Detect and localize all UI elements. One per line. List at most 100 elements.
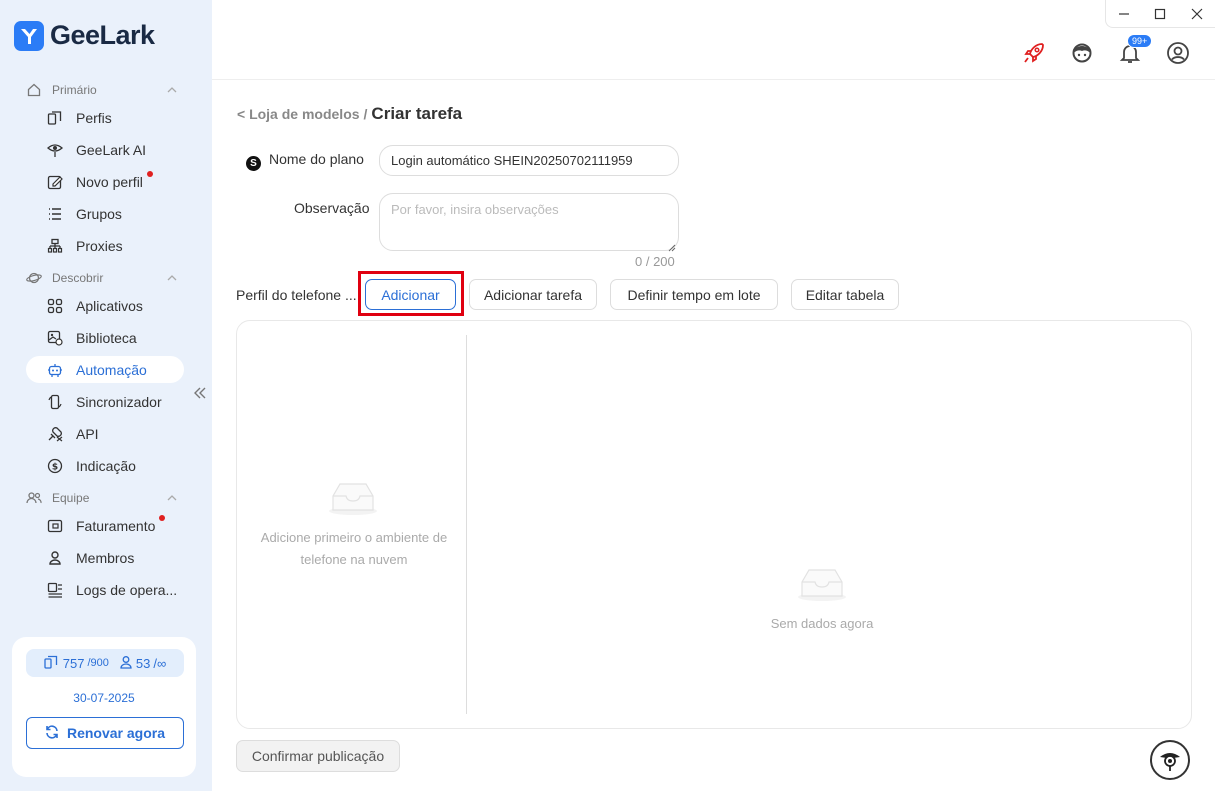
subscription-card: 757/900 53/∞ 30-07-2025 Renovar agora [12,637,196,777]
sync-icon [46,393,64,411]
robot-icon [46,361,64,379]
top-bar: 99+ [212,0,1215,80]
confirm-publish-button[interactable]: Confirmar publicação [236,740,400,772]
ai-assistant-icon[interactable] [1150,740,1190,780]
phones-icon [44,655,60,672]
library-icon [46,329,64,347]
sidebar-item-label: Sincronizador [76,393,162,410]
sidebar-item-label: Novo perfil [76,173,143,190]
phone-profile-label: Perfil do telefone ... [236,287,357,303]
refresh-icon [45,724,59,742]
chevron-up-icon [166,492,178,504]
sidebar-item-label: Faturamento [76,517,156,534]
renew-label: Renovar agora [66,725,166,741]
minimize-icon[interactable] [1117,7,1131,21]
sidebar-item-label: Automação [76,361,147,378]
sidebar-item-proxies[interactable]: Proxies [26,232,184,259]
sidebar-item-sincronizador[interactable]: Sincronizador [26,388,184,415]
app-name: GeeLark [50,20,155,50]
panel-divider [466,335,467,714]
sidebar-item-label: Logs de opera... [76,581,178,598]
member-quota: 53/∞ [119,655,166,672]
chevron-up-icon [166,84,178,96]
maximize-icon[interactable] [1153,7,1167,21]
svg-text:$: $ [52,462,58,472]
plan-name-label: S Nome do plano [246,151,364,171]
empty-inbox-icon [328,480,378,516]
user-icon [46,549,64,567]
app-logo[interactable]: GeeLark [14,20,155,51]
empty-left-line-1: Adicione primeiro o ambiente de [260,530,448,545]
edit-table-button[interactable]: Editar tabela [791,279,899,310]
sidebar-item-perfis[interactable]: Perfis [26,104,184,131]
section-descobrir[interactable]: Descobrir [26,270,178,286]
resize-handle-icon[interactable] [668,240,676,252]
close-icon[interactable] [1190,7,1204,21]
wallet-icon [46,517,64,535]
sidebar-item-automacao[interactable]: Automação [26,356,184,383]
support-agent-icon[interactable] [1069,40,1095,66]
sidebar-item-aplicativos[interactable]: Aplicativos [26,292,184,319]
planet-icon [26,270,42,286]
sidebar-item-label: GeeLark AI [76,141,147,158]
plan-name-input[interactable]: Login automático SHEIN20250702111959 [379,145,679,176]
ai-eye-icon [46,141,64,159]
collapse-sidebar-icon[interactable] [193,386,209,402]
section-equipe[interactable]: Equipe [26,490,178,506]
section-label: Descobrir [52,271,104,285]
sidebar-item-label: Aplicativos [76,297,143,314]
empty-right-text: Sem dados agora [770,616,874,631]
window-controls [1105,0,1215,28]
top-actions: 99+ [1021,34,1191,66]
api-icon [46,425,64,443]
notification-dot [159,515,166,521]
sidebar-item-logs[interactable]: Logs de opera... [26,576,184,603]
bell-icon[interactable]: 99+ [1117,34,1153,66]
observation-label: Observação [294,200,370,216]
apps-icon [46,297,64,315]
section-primario[interactable]: Primário [26,82,178,98]
expiry-date: 30-07-2025 [73,691,135,705]
account-icon[interactable] [1165,40,1191,66]
add-task-button[interactable]: Adicionar tarefa [469,279,597,310]
logs-icon [46,581,64,599]
rocket-icon[interactable] [1021,40,1047,66]
proxy-icon [46,237,64,255]
sidebar-item-label: Perfis [76,109,112,126]
quota-bar: 757/900 53/∞ [26,649,184,677]
sidebar-item-label: API [76,425,99,442]
add-button[interactable]: Adicionar [365,279,456,310]
sidebar-item-api[interactable]: API [26,420,184,447]
home-icon [26,82,42,98]
edit-icon [46,173,64,191]
s-badge-icon: S [246,156,261,171]
observation-textarea[interactable]: Por favor, insira observações [379,193,679,252]
section-label: Equipe [52,491,90,505]
batch-time-button[interactable]: Definir tempo em lote [610,279,778,310]
sidebar-item-biblioteca[interactable]: Biblioteca [26,324,184,351]
geelark-logo-icon [14,20,44,51]
sidebar-item-novo-perfil[interactable]: Novo perfil [26,168,184,195]
sidebar-item-label: Indicação [76,457,136,474]
phone-quota: 757/900 [44,655,109,672]
breadcrumb-separator: / [363,106,368,122]
breadcrumb: < Loja de modelos / Criar tarefa [237,104,462,124]
members-total: /∞ [153,655,167,671]
sidebar-item-indicacao[interactable]: $ Indicação [26,452,184,479]
notification-dot [146,171,153,177]
empty-left-text: Adicione primeiro o ambiente de telefone… [246,527,462,571]
empty-inbox-icon [797,566,847,602]
plan-name-text: Nome do plano [269,151,364,167]
task-panel [236,320,1192,729]
notification-badge: 99+ [1127,34,1153,48]
section-label: Primário [52,83,97,97]
list-icon [46,205,64,223]
breadcrumb-link-loja[interactable]: < Loja de modelos [237,106,360,122]
observation-placeholder: Por favor, insira observações [391,202,559,217]
renew-button[interactable]: Renovar agora [26,717,184,749]
sidebar-item-grupos[interactable]: Grupos [26,200,184,227]
sidebar-item-membros[interactable]: Membros [26,544,184,571]
sidebar-item-geelark-ai[interactable]: GeeLark AI [26,136,184,163]
sidebar-item-label: Grupos [76,205,122,222]
sidebar-item-faturamento[interactable]: Faturamento [26,512,184,539]
